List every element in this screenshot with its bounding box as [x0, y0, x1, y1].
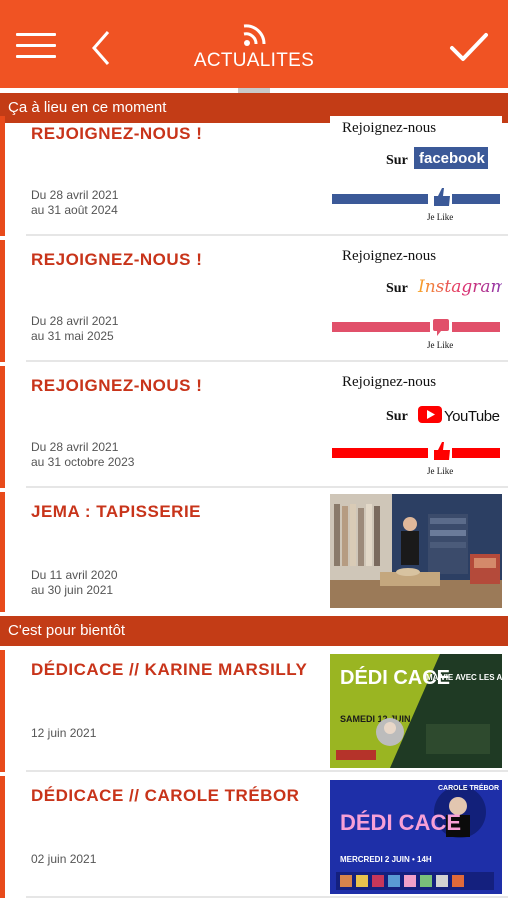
item-photo-atelier: [330, 494, 502, 608]
item-accent-bar: [0, 116, 5, 236]
list-item[interactable]: JEMA : TAPISSERIE Du 11 avril 2020 au 30…: [0, 492, 508, 612]
list-item[interactable]: REJOIGNEZ-NOUS ! Du 28 avril 2021 au 31 …: [0, 366, 508, 488]
app-header: ACTUALITES: [0, 0, 508, 88]
item-separator: [26, 486, 508, 488]
item-separator: [26, 360, 508, 362]
item-title: REJOIGNEZ-NOUS !: [31, 376, 203, 395]
list-item[interactable]: REJOIGNEZ-NOUS ! Du 28 avril 2021 au 31 …: [0, 116, 508, 236]
item-thumbnail-youtube: Rejoignez-nous Sur YouTube Je Like: [330, 368, 502, 482]
item-accent-bar: [0, 366, 5, 488]
section-header-soon: C'est pour bientôt: [0, 616, 508, 646]
item-date-end: au 31 octobre 2023: [31, 455, 135, 469]
poster-big-title: DÉDI CACE: [340, 810, 461, 835]
checkmark-icon[interactable]: [448, 30, 490, 66]
facebook-logo: facebook: [419, 150, 486, 167]
comment-icon: [433, 319, 449, 331]
thumb-heading: Rejoignez-nous: [342, 248, 436, 264]
item-title: REJOIGNEZ-NOUS !: [31, 124, 203, 143]
list-item[interactable]: REJOIGNEZ-NOUS ! Du 28 avril 2021 au 31 …: [0, 240, 508, 362]
item-poster-carole-trebor: CAROLE TRÉBOR DÉDI CACE MERCREDI 2 JUIN …: [330, 780, 502, 894]
item-date-start: Du 11 avril 2020: [31, 568, 118, 582]
item-thumbnail-instagram: Rejoignez-nous Sur Instagram Je Like: [330, 242, 502, 356]
item-accent-bar: [0, 650, 5, 772]
item-date-start: Du 28 avril 2021: [31, 188, 119, 202]
item-separator: [26, 770, 508, 772]
youtube-logo: YouTube: [444, 408, 500, 425]
item-date-end: au 31 mai 2025: [31, 329, 114, 343]
item-separator: [26, 234, 508, 236]
thumb-like: Je Like: [427, 466, 453, 476]
thumb-sur: Sur: [386, 153, 408, 168]
thumb-heading: Rejoignez-nous: [342, 374, 436, 390]
item-title: DÉDICACE // KARINE MARSILLY: [31, 660, 308, 679]
thumb-like: Je Like: [427, 212, 453, 222]
item-date-start: Du 28 avril 2021: [31, 440, 119, 454]
poster-day: MERCREDI 2 JUIN • 14H: [340, 855, 432, 864]
rss-icon: [240, 22, 270, 48]
item-date-start: Du 28 avril 2021: [31, 314, 119, 328]
poster-book-title: MA VIE AVEC LES ARBRES: [426, 673, 502, 682]
item-date: 02 juin 2021: [31, 852, 97, 866]
thumb-sur: Sur: [386, 281, 408, 296]
item-title: JEMA : TAPISSERIE: [31, 502, 202, 521]
item-thumbnail-facebook: Rejoignez-nous Sur facebook Je Like: [330, 116, 502, 230]
item-accent-bar: [0, 240, 5, 362]
item-poster-karine-marsilly: DÉDI CACE SAMEDI 12 JUIN MA VIE AVEC LES…: [330, 654, 502, 768]
poster-author: CAROLE TRÉBOR: [438, 783, 499, 792]
item-accent-bar: [0, 776, 5, 898]
page-title: ACTUALITES: [193, 50, 315, 71]
thumb-heading: Rejoignez-nous: [342, 120, 436, 136]
item-date-end: au 30 juin 2021: [31, 583, 114, 597]
item-separator: [26, 896, 508, 898]
list-item[interactable]: DÉDICACE // CAROLE TRÉBOR 02 juin 2021 C…: [0, 776, 508, 898]
list-item[interactable]: DÉDICACE // KARINE MARSILLY 12 juin 2021…: [0, 650, 508, 772]
item-title: REJOIGNEZ-NOUS !: [31, 250, 203, 269]
thumb-like: Je Like: [427, 340, 453, 350]
item-date-end: au 31 août 2024: [31, 203, 118, 217]
item-accent-bar: [0, 492, 5, 612]
instagram-logo: Instagram: [417, 277, 502, 297]
thumb-sur: Sur: [386, 409, 408, 424]
item-title: DÉDICACE // CAROLE TRÉBOR: [31, 786, 300, 805]
item-date: 12 juin 2021: [31, 726, 97, 740]
